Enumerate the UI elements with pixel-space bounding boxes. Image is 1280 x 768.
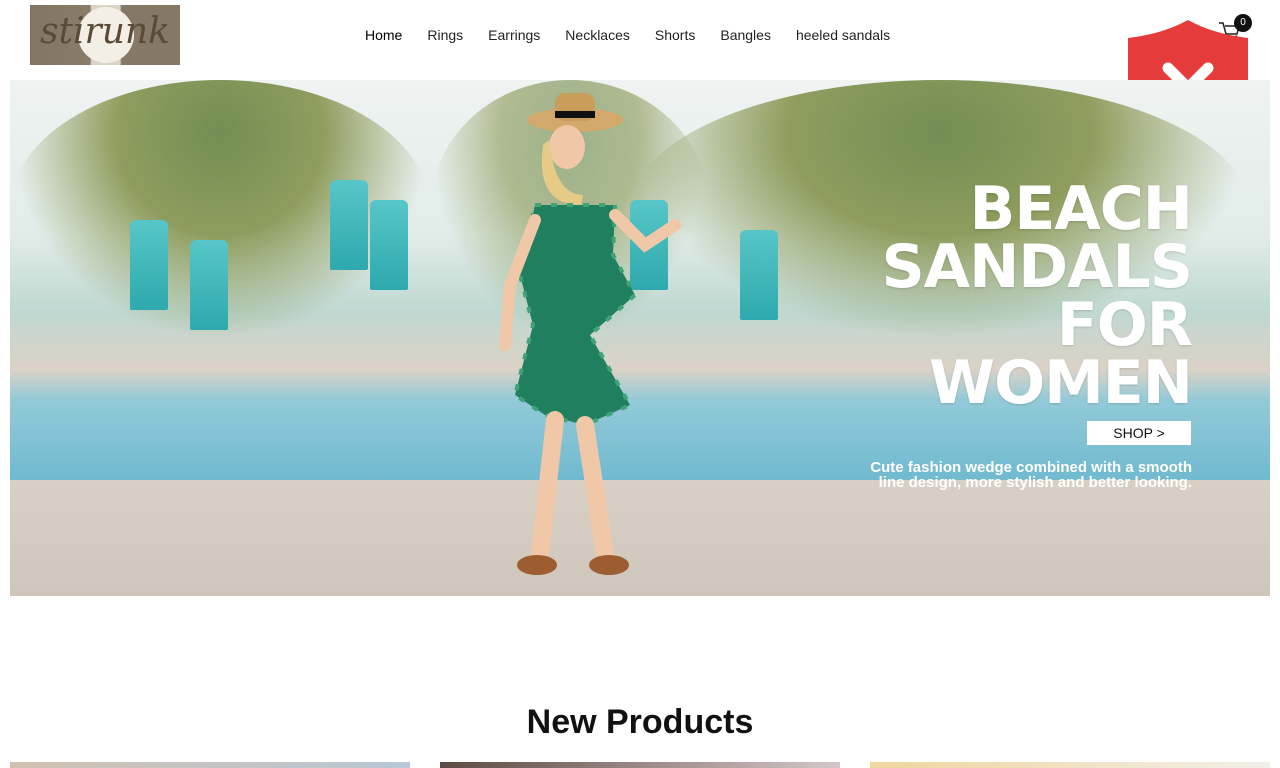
hero-headline: BEACH SANDALS FOR WOMEN [881,174,1193,418]
hero-subtitle: Cute fashion wedge combined with a smoot… [830,460,1192,490]
logo-text: stirunk [40,11,170,52]
nav-link-home[interactable]: Home [365,24,402,46]
main-navigation: Home Rings Earrings Necklaces Shorts Ban… [365,24,915,46]
product-card[interactable] [440,762,840,768]
hero-title-line: WOMEN [928,348,1193,418]
product-card[interactable] [870,762,1270,768]
beach-umbrella [740,230,778,320]
nav-link-heeled-sandals[interactable]: heeled sandals [796,24,890,46]
nav-link-shorts[interactable]: Shorts [655,24,695,46]
hero-title-line: FOR [1056,290,1193,360]
shop-button[interactable]: SHOP > [1087,421,1191,445]
hero-subtitle-line: Cute fashion wedge combined with a smoot… [870,459,1192,476]
site-logo[interactable]: stirunk [30,5,180,65]
hero-title-line: BEACH [969,174,1193,244]
beach-umbrella [370,200,408,290]
site-header: stirunk Home Rings Earrings Necklaces Sh… [0,0,1280,80]
hero-title-line: SANDALS [881,232,1193,302]
hero-banner[interactable]: BEACH SANDALS FOR WOMEN SHOP > Cute fash… [10,80,1270,596]
hero-subtitle-line: line design, more stylish and better loo… [878,474,1192,491]
product-card[interactable] [10,762,410,768]
nav-link-earrings[interactable]: Earrings [488,24,540,46]
beach-umbrella [190,240,228,330]
nav-link-rings[interactable]: Rings [427,24,463,46]
nav-link-necklaces[interactable]: Necklaces [565,24,630,46]
beach-umbrella [130,220,168,310]
model-figure [499,93,681,575]
nav-link-bangles[interactable]: Bangles [720,24,771,46]
beach-umbrella [330,180,368,270]
section-title: New Products [526,703,754,742]
